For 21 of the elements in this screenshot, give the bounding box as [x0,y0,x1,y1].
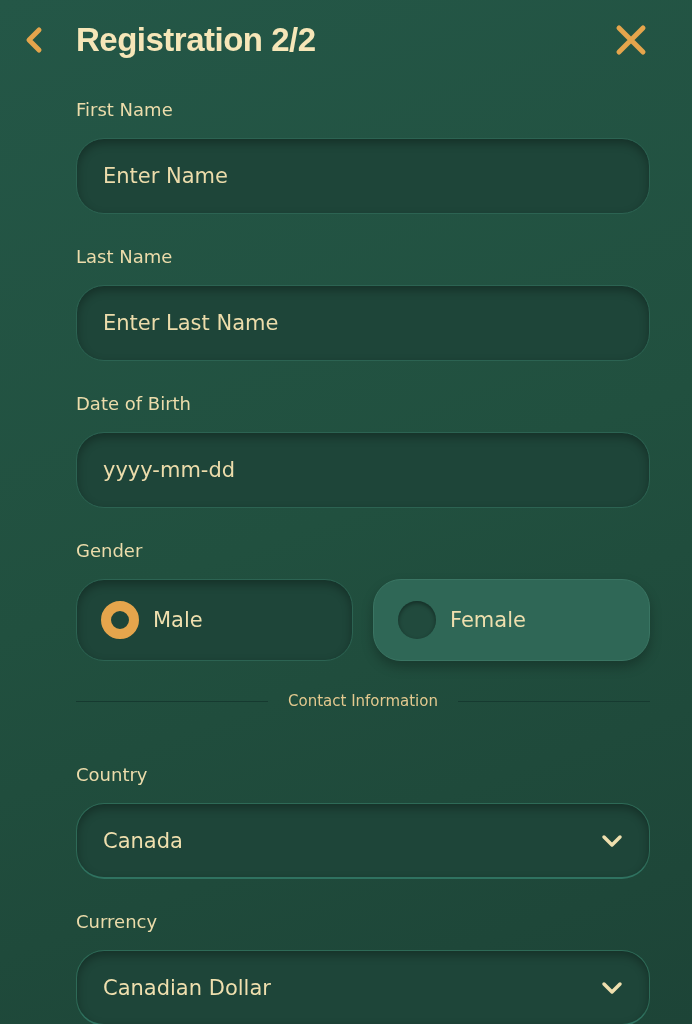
close-icon [614,23,648,57]
chevron-down-icon [601,980,623,995]
section-heading: Contact Information [288,692,438,710]
radio-icon [101,601,139,639]
field-label: Date of Birth [76,392,192,416]
field-label: Currency [76,910,158,934]
gender-option[interactable]: Female [373,579,650,661]
input-field[interactable]: yyyy-mm-dd [76,432,650,508]
field-label: Gender [76,539,143,563]
dropdown-field[interactable]: Canada [76,803,650,879]
page-title: Registration 2/2 [76,21,317,59]
chevron-down-icon [601,833,623,848]
field-label: First Name [76,98,173,122]
field-label: Country [76,763,148,787]
radio-icon [398,601,436,639]
close-button[interactable] [614,23,648,57]
field-label: Last Name [76,245,173,269]
gender-option[interactable]: Male [76,579,353,661]
input-field[interactable]: Enter Last Name [76,285,650,361]
input-field[interactable]: Enter Name [76,138,650,214]
dropdown-field[interactable]: Canadian Dollar [76,950,650,1024]
